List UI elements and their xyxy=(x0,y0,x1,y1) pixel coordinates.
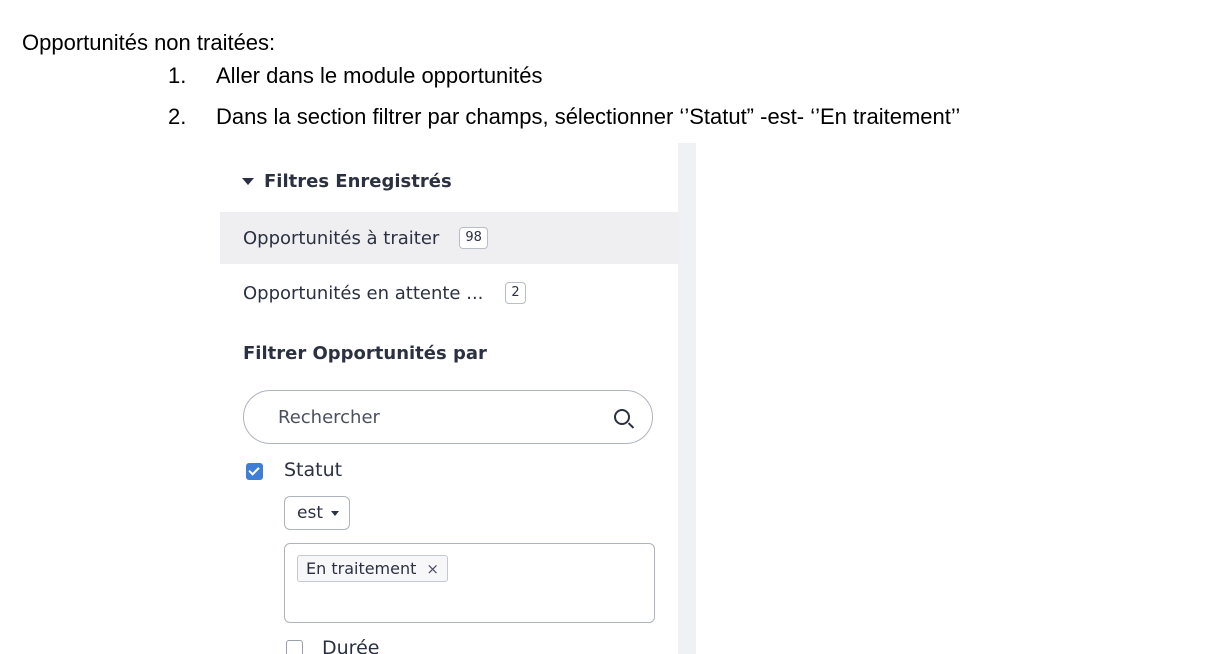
duree-checkbox[interactable] xyxy=(286,640,303,654)
panel-divider xyxy=(677,143,696,654)
saved-filters-toggle[interactable]: Filtres Enregistrés xyxy=(242,171,452,192)
caret-down-icon xyxy=(242,178,254,185)
saved-filter-opportunites-en-attente[interactable]: Opportunités en attente ... 2 xyxy=(220,267,678,319)
statut-values-input[interactable]: En traitement × xyxy=(284,543,655,623)
statut-label: Statut xyxy=(284,459,343,481)
close-icon[interactable]: × xyxy=(426,560,439,578)
count-badge: 2 xyxy=(505,282,526,304)
search-icon[interactable] xyxy=(614,409,630,425)
filter-by-title: Filtrer Opportunités par xyxy=(243,343,487,364)
search-input[interactable] xyxy=(278,406,614,428)
document-heading: Opportunités non traitées: xyxy=(22,30,276,55)
step-number: 1. xyxy=(168,63,187,88)
step-text: Aller dans le module opportunités xyxy=(216,63,543,88)
count-badge: 98 xyxy=(459,227,488,249)
value-tag: En traitement × xyxy=(297,555,448,582)
saved-filter-label: Opportunités en attente ... xyxy=(243,282,484,304)
chevron-down-icon xyxy=(330,510,339,516)
saved-filters-title: Filtres Enregistrés xyxy=(264,171,452,192)
operator-select[interactable]: est xyxy=(284,496,350,530)
operator-value: est xyxy=(297,503,323,523)
step-text: Dans la section filtrer par champs, séle… xyxy=(216,104,961,129)
statut-checkbox[interactable] xyxy=(246,463,263,480)
tag-label: En traitement xyxy=(306,559,417,578)
step-2: 2. Dans la section filtrer par champs, sé… xyxy=(168,102,960,132)
step-number: 2. xyxy=(168,104,187,129)
saved-filter-opportunites-a-traiter[interactable]: Opportunités à traiter 98 xyxy=(220,212,678,264)
saved-filter-label: Opportunités à traiter xyxy=(243,227,440,249)
field-search xyxy=(243,390,653,444)
filter-sidebar: Filtres Enregistrés Opportunités à trait… xyxy=(220,143,678,654)
step-1: 1. Aller dans le module opportunités xyxy=(168,61,543,91)
duree-label: Durée xyxy=(322,637,380,654)
